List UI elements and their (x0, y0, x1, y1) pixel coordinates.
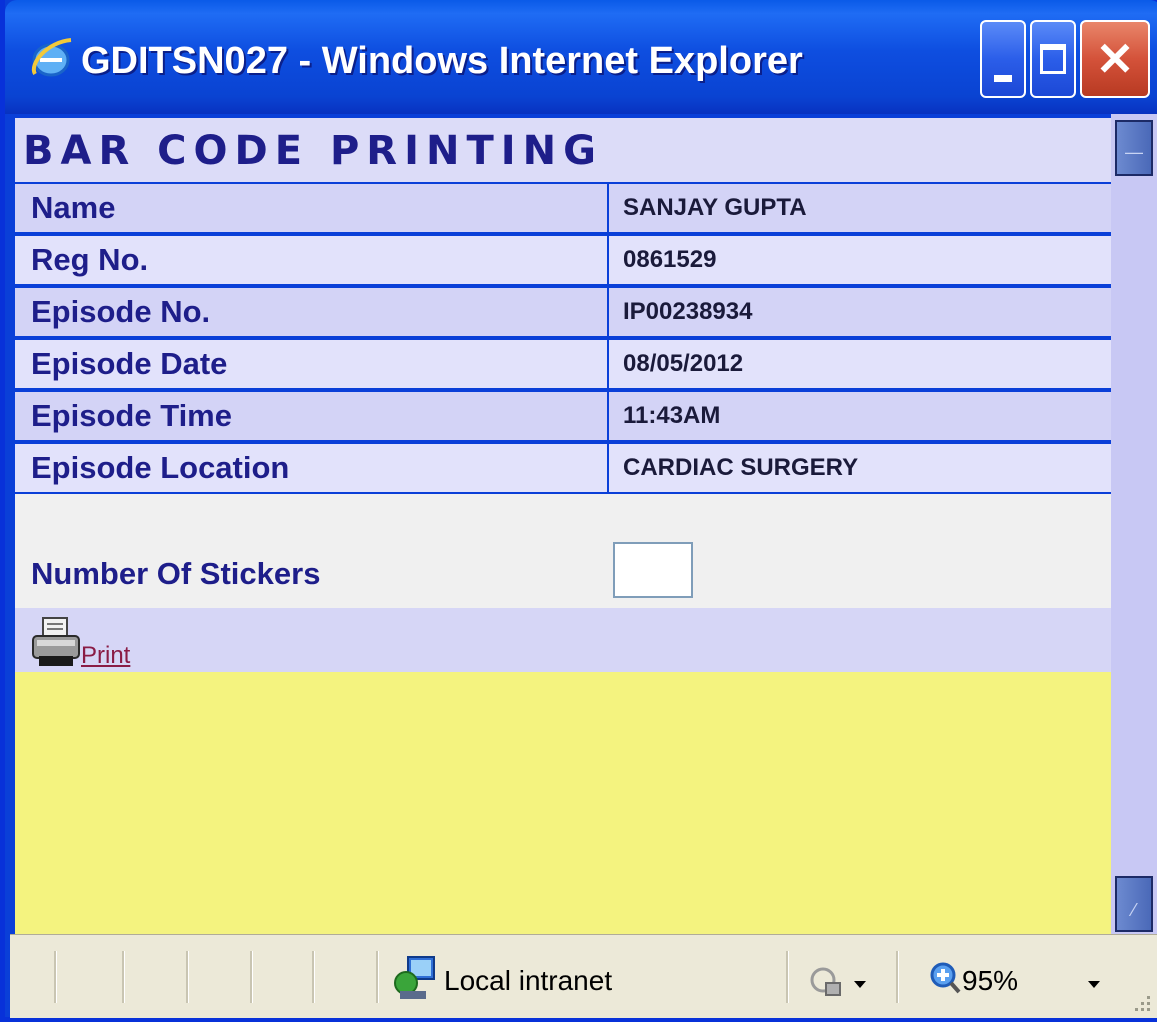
field-label: Name (15, 184, 607, 232)
page-title: BAR CODE PRINTING (23, 128, 603, 174)
browser-window: GDITSN027 - Windows Internet Explorer ✕ … (0, 0, 1157, 1022)
maximize-icon (1040, 44, 1066, 74)
field-value: IP00238934 (609, 288, 1111, 336)
title-bar[interactable]: GDITSN027 - Windows Internet Explorer ✕ (5, 0, 1157, 114)
status-divider (122, 951, 125, 1003)
scroll-down-icon: ⁄ (1132, 900, 1136, 920)
ie-logo-icon (31, 38, 72, 77)
field-value: 08/05/2012 (609, 340, 1111, 388)
maximize-button[interactable] (1030, 20, 1076, 98)
minimize-button[interactable] (980, 20, 1026, 98)
intranet-zone-icon (394, 956, 435, 999)
status-divider (250, 951, 253, 1003)
status-divider (54, 951, 57, 1003)
field-row-episode-location: Episode Location CARDIAC SURGERY (15, 444, 1111, 492)
field-label: Reg No. (15, 236, 607, 284)
zoom-level[interactable]: 95% (962, 965, 1018, 997)
field-value: 0861529 (609, 236, 1111, 284)
scroll-up-icon: — (1125, 142, 1143, 162)
stickers-label: Number Of Stickers (31, 556, 321, 591)
print-row: Print (15, 608, 1111, 672)
field-value: SANJAY GUPTA (609, 184, 1111, 232)
zoom-icon[interactable] (928, 961, 962, 995)
status-bar: Local intranet 95% (10, 934, 1157, 1018)
window-title: GDITSN027 - Windows Internet Explorer (81, 40, 803, 82)
status-divider (186, 951, 189, 1003)
protected-mode-lock-icon[interactable] (810, 965, 844, 999)
field-row-reg-no: Reg No. 0861529 (15, 236, 1111, 284)
field-label: Episode Date (15, 340, 607, 388)
field-value: CARDIAC SURGERY (609, 444, 1111, 492)
empty-content-area (15, 672, 1111, 934)
security-zone-label[interactable]: Local intranet (444, 965, 612, 997)
close-icon: ✕ (1095, 33, 1135, 85)
resize-grip-icon[interactable] (1129, 990, 1153, 1014)
field-row-episode-time: Episode Time 11:43AM (15, 392, 1111, 440)
status-divider (312, 951, 315, 1003)
field-label: Episode No. (15, 288, 607, 336)
field-label: Episode Time (15, 392, 607, 440)
printer-icon[interactable] (29, 616, 83, 670)
status-divider (896, 951, 899, 1003)
field-row-episode-no: Episode No. IP00238934 (15, 288, 1111, 336)
vertical-scrollbar[interactable]: — ⁄ (1111, 114, 1157, 934)
field-value: 11:43AM (609, 392, 1111, 440)
print-link[interactable]: Print (81, 642, 130, 670)
sticker-row: Number Of Stickers (15, 494, 1111, 608)
status-divider (786, 951, 789, 1003)
field-label: Episode Location (15, 444, 607, 492)
close-button[interactable]: ✕ (1080, 20, 1150, 98)
dropdown-arrow-icon[interactable] (854, 981, 866, 988)
dropdown-arrow-icon[interactable] (1088, 981, 1100, 988)
minimize-icon (994, 75, 1012, 82)
status-divider (376, 951, 379, 1003)
field-row-name: Name SANJAY GUPTA (15, 184, 1111, 232)
scroll-down-button[interactable]: ⁄ (1115, 876, 1153, 932)
scroll-up-button[interactable]: — (1115, 120, 1153, 176)
stickers-input[interactable] (613, 542, 693, 598)
field-row-episode-date: Episode Date 08/05/2012 (15, 340, 1111, 388)
